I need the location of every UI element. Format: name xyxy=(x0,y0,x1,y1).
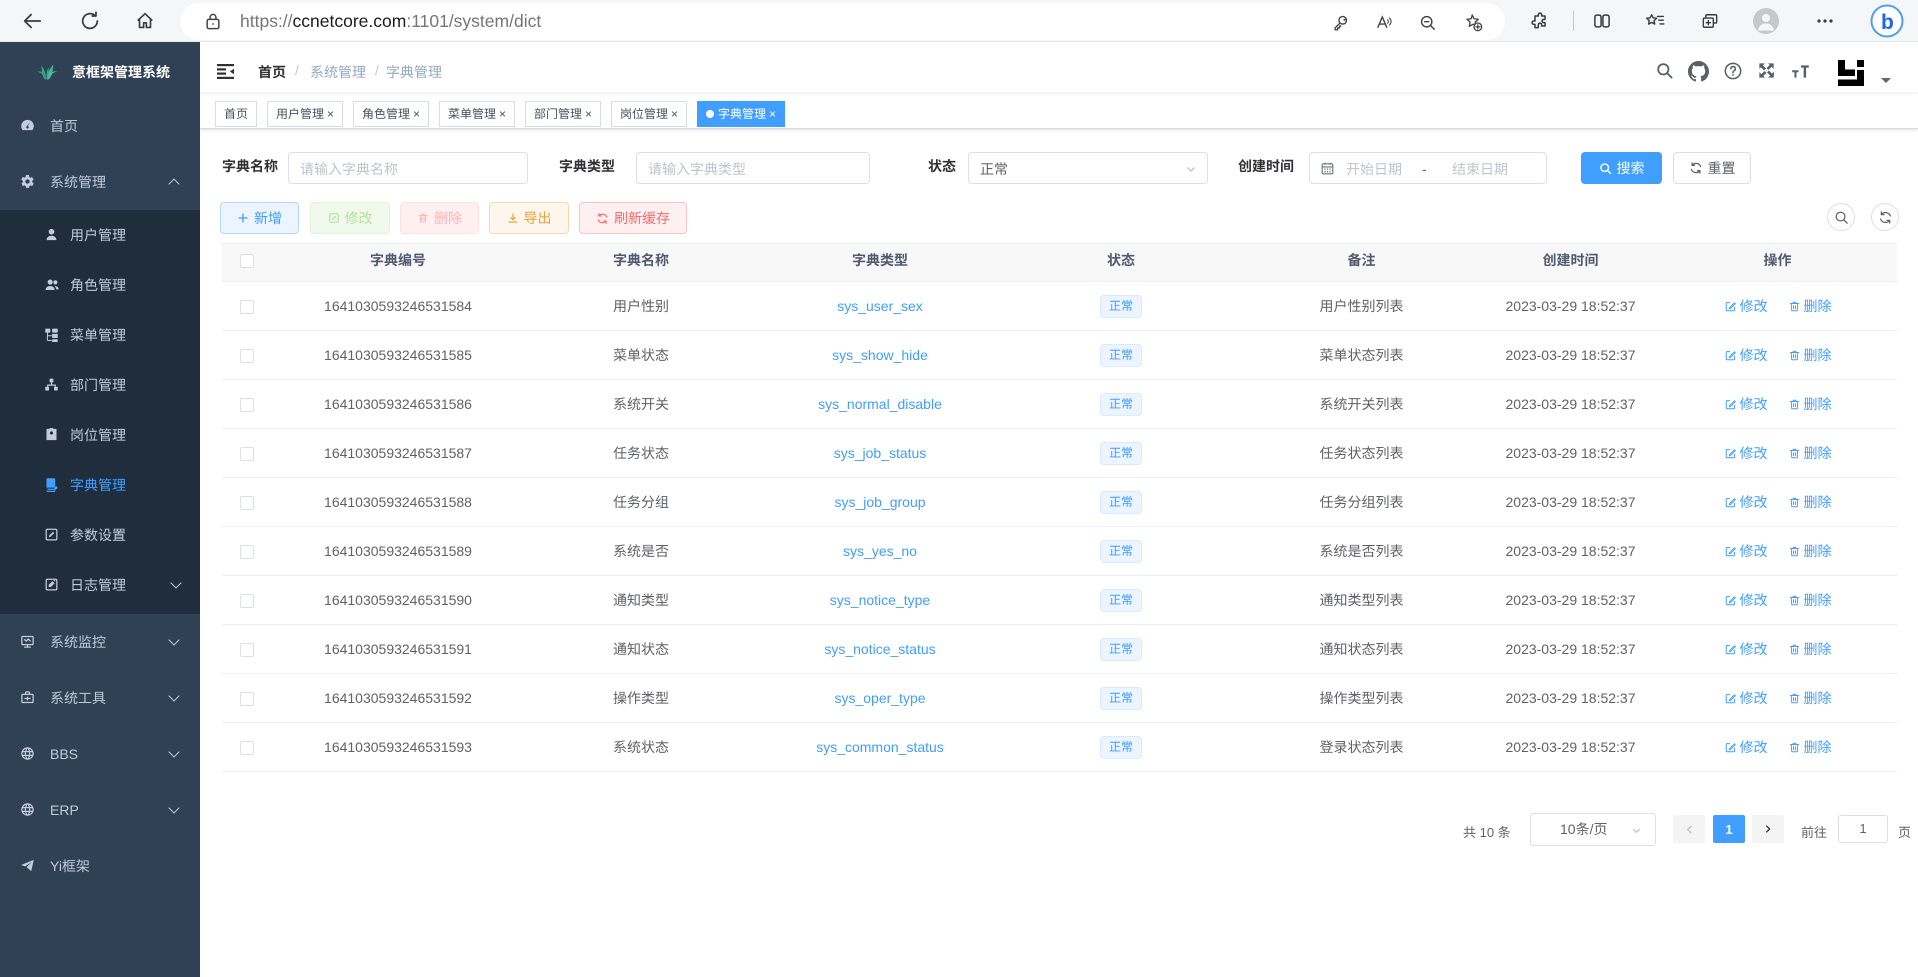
svg-text:b: b xyxy=(1881,11,1894,34)
